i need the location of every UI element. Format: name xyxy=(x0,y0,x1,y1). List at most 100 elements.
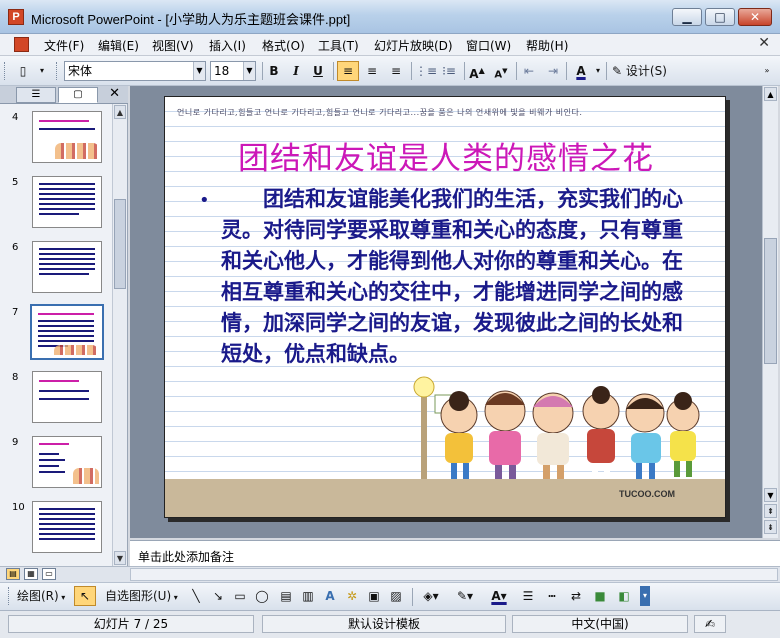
menu-tools[interactable]: 工具(T) xyxy=(318,37,359,54)
design-button[interactable]: ✎ 设计(S) xyxy=(609,61,671,81)
bulleted-list-icon[interactable]: ⁝≡ xyxy=(438,61,460,81)
line-color-icon[interactable]: ✎▾ xyxy=(450,586,480,606)
document-close-button[interactable]: ✕ xyxy=(758,35,770,51)
slides-tab[interactable]: ▢ xyxy=(58,87,98,103)
menu-edit[interactable]: 编辑(E) xyxy=(98,37,139,54)
numbered-list-icon[interactable]: ⋮≡ xyxy=(414,61,437,81)
chevron-down-icon[interactable]: ▾ xyxy=(593,61,603,81)
oval-tool-icon[interactable]: ◯ xyxy=(252,586,272,606)
menu-help[interactable]: 帮助(H) xyxy=(526,37,568,54)
menu-format[interactable]: 格式(O) xyxy=(262,37,305,54)
font-name-select[interactable]: 宋体 ▼ xyxy=(64,61,206,81)
scroll-up-icon[interactable]: ▲ xyxy=(114,105,126,119)
scrollbar-thumb[interactable] xyxy=(764,238,777,364)
slide-scrollbar[interactable]: ▲ ▼ ⇞ ⇟ xyxy=(762,86,778,538)
scroll-up-icon[interactable]: ▲ xyxy=(764,87,777,101)
slide-title[interactable]: 团结和友谊是人类的感情之花 xyxy=(165,133,725,178)
thumbnail-row[interactable]: 10 xyxy=(0,498,112,562)
slide-thumbnail[interactable] xyxy=(32,111,102,163)
spelling-check-icon[interactable]: ✍ xyxy=(694,615,726,633)
diagram-icon[interactable]: ✲ xyxy=(342,586,362,606)
slide-thumbnail[interactable] xyxy=(32,371,102,423)
toolbar-grip[interactable] xyxy=(4,62,7,80)
decrease-font-icon[interactable]: A▼ xyxy=(490,61,512,81)
chevron-down-icon[interactable]: ▾ xyxy=(36,61,48,81)
increase-indent-icon[interactable]: ⇥ xyxy=(542,61,564,81)
autoshapes-menu-button[interactable]: 自选图形(U) ▾ xyxy=(104,586,184,606)
slide-thumbnail[interactable] xyxy=(32,176,102,228)
slideshow-view-icon[interactable]: ▭ xyxy=(42,568,56,580)
design-template-name[interactable]: 默认设计模板 xyxy=(262,615,506,633)
menu-slideshow[interactable]: 幻灯片放映(D) xyxy=(374,37,453,54)
align-left-icon[interactable]: ≡ xyxy=(337,61,359,81)
slide-sorter-view-icon[interactable]: ▦ xyxy=(24,568,38,580)
arrow-tool-icon[interactable]: ↘ xyxy=(208,586,228,606)
scroll-down-icon[interactable]: ▼ xyxy=(114,551,126,565)
menu-file[interactable]: 文件(F) xyxy=(44,37,84,54)
menu-window[interactable]: 窗口(W) xyxy=(466,37,511,54)
dash-style-icon[interactable]: ┅ xyxy=(542,586,562,606)
italic-button[interactable]: I xyxy=(286,61,306,81)
slide-thumbnail[interactable] xyxy=(32,501,102,553)
3d-style-icon[interactable]: ◧ xyxy=(614,586,634,606)
menu-insert[interactable]: 插入(I) xyxy=(209,37,246,54)
slide-thumbnail[interactable] xyxy=(32,436,102,488)
bold-button[interactable]: B xyxy=(264,61,284,81)
shadow-style-icon[interactable]: ■ xyxy=(590,586,610,606)
powerpoint-icon[interactable]: P xyxy=(8,9,24,25)
panel-close-button[interactable]: ✕ xyxy=(109,86,120,101)
outline-tab[interactable]: ☰ xyxy=(16,87,56,103)
slide-body-text[interactable]: 团结和友谊能美化我们的生活，充实我们的心灵。对待同学要采取尊重和关心的态度，只有… xyxy=(221,183,695,369)
thumbnail-row[interactable]: 9 xyxy=(0,433,112,497)
current-slide[interactable]: 언니로 기다리고,힘들고 언니로 기다리고,힘들고 언니로 기다리고...꿈을 … xyxy=(164,96,726,518)
underline-button[interactable]: U xyxy=(308,61,328,81)
fill-color-icon[interactable]: ◈▾ xyxy=(416,586,446,606)
thumbnail-row[interactable]: 8 xyxy=(0,368,112,432)
toolbar-grip[interactable] xyxy=(56,62,59,80)
select-pointer-icon[interactable]: ↖ xyxy=(74,586,96,606)
font-color-icon[interactable]: A xyxy=(569,61,593,81)
scrollbar-thumb[interactable] xyxy=(114,199,126,289)
thumbnail-row[interactable]: 7 xyxy=(0,303,112,367)
new-document-icon[interactable]: ▯ xyxy=(12,61,34,81)
rectangle-tool-icon[interactable]: ▭ xyxy=(230,586,250,606)
document-icon[interactable] xyxy=(14,37,29,52)
menu-view[interactable]: 视图(V) xyxy=(152,37,194,54)
line-tool-icon[interactable]: ╲ xyxy=(186,586,206,606)
draw-menu-button[interactable]: 绘图(R) ▾ xyxy=(16,586,72,606)
align-center-icon[interactable]: ≡ xyxy=(361,61,383,81)
thumbnail-row[interactable]: 4 xyxy=(0,108,112,172)
normal-view-icon[interactable]: ▤ xyxy=(6,568,20,580)
notes-pane[interactable]: 单击此处添加备注 xyxy=(130,540,780,566)
insert-picture-icon[interactable]: ▨ xyxy=(386,586,406,606)
arrow-style-icon[interactable]: ⇄ xyxy=(566,586,586,606)
font-size-select[interactable]: 18 ▼ xyxy=(210,61,256,81)
previous-slide-icon[interactable]: ⇞ xyxy=(764,504,777,518)
increase-font-icon[interactable]: A▲ xyxy=(466,61,488,81)
thumbnail-row[interactable]: 5 xyxy=(0,173,112,237)
slide-thumbnail-selected[interactable] xyxy=(30,304,104,360)
textbox-tool-icon[interactable]: ▤ xyxy=(276,586,296,606)
maximize-button[interactable]: □ xyxy=(705,8,735,26)
next-slide-icon[interactable]: ⇟ xyxy=(764,520,777,534)
language-indicator[interactable]: 中文(中国) xyxy=(512,615,688,633)
minimize-button[interactable]: ▁ xyxy=(672,8,702,26)
decrease-indent-icon[interactable]: ⇤ xyxy=(518,61,540,81)
wordart-icon[interactable]: A xyxy=(320,586,340,606)
thumbnail-scrollbar[interactable]: ▲ ▼ xyxy=(112,104,127,566)
line-style-icon[interactable]: ☰ xyxy=(518,586,538,606)
slide-thumbnail[interactable] xyxy=(32,241,102,293)
thumbnail-row[interactable]: 6 xyxy=(0,238,112,302)
align-right-icon[interactable]: ≡ xyxy=(385,61,407,81)
chevron-down-icon[interactable]: ▼ xyxy=(193,62,205,80)
toolbar-options-icon[interactable]: ▾ xyxy=(640,586,650,606)
close-button[interactable]: ✕ xyxy=(738,8,772,26)
vertical-textbox-icon[interactable]: ▥ xyxy=(298,586,318,606)
clipart-icon[interactable]: ▣ xyxy=(364,586,384,606)
font-color-drawing-icon[interactable]: A▾ xyxy=(484,586,514,606)
toolbar-options-icon[interactable]: » xyxy=(760,61,774,81)
scroll-down-icon[interactable]: ▼ xyxy=(764,488,777,502)
toolbar-grip[interactable] xyxy=(8,587,11,605)
chevron-down-icon[interactable]: ▼ xyxy=(243,62,255,80)
horizontal-scrollbar[interactable] xyxy=(130,568,778,581)
